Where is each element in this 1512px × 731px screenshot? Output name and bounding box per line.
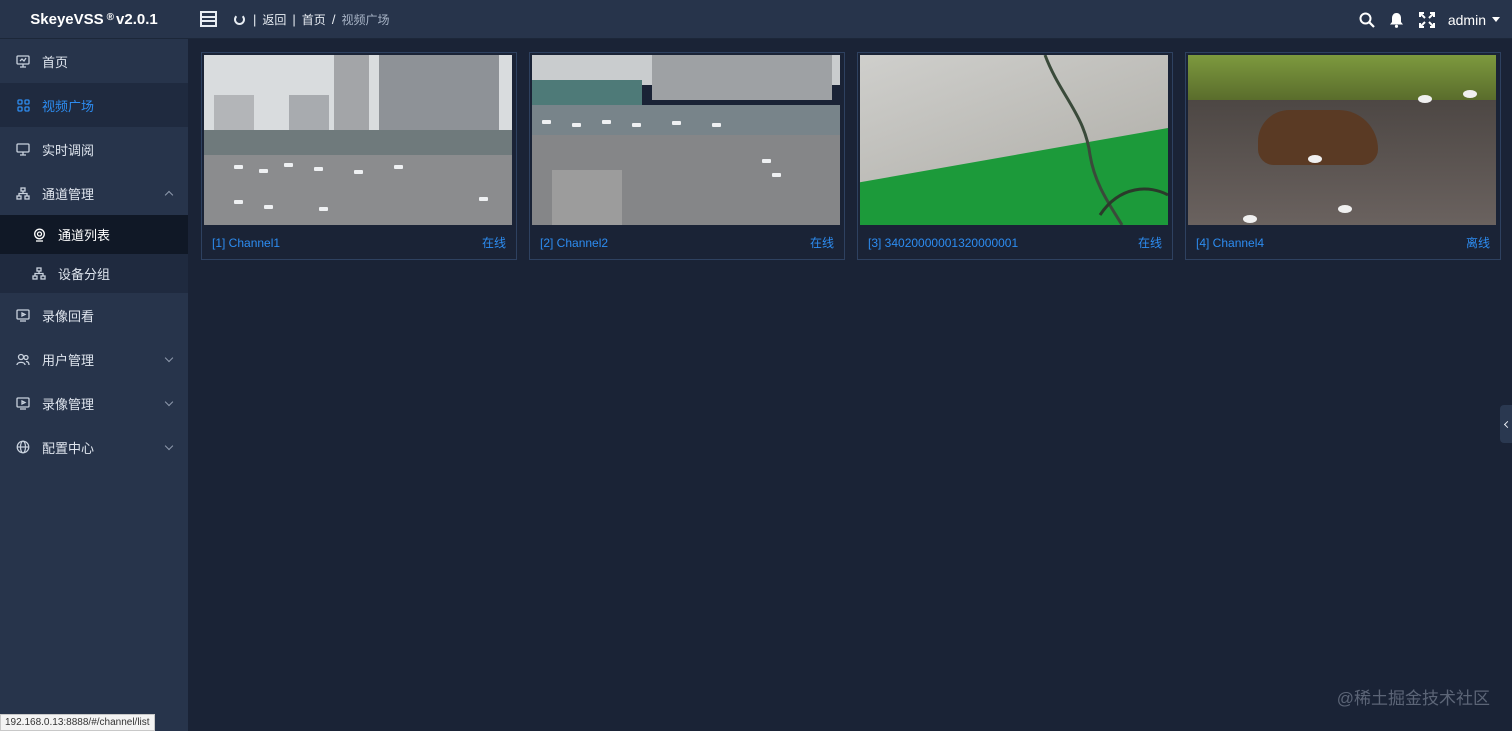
registered-mark: ® (106, 12, 115, 23)
username[interactable]: admin (1448, 12, 1486, 28)
channel-card[interactable]: [1] Channel1 在线 (201, 52, 517, 260)
channel-status: 在线 (481, 236, 506, 250)
breadcrumb-home[interactable]: 首页 (302, 11, 326, 28)
video-square-content: [1] Channel1 在线 [2] Channel2 在线 [3] 3402… (188, 39, 1512, 731)
fullscreen-icon[interactable] (1412, 0, 1442, 39)
grid-icon (16, 98, 30, 112)
refresh-icon[interactable] (234, 14, 245, 25)
app-brand[interactable]: SkeyeVSS ® v2.0.1 (0, 0, 188, 39)
sidebar-item-label: 视频广场 (42, 98, 95, 114)
channel-3-video-thumbnail[interactable] (860, 55, 1168, 225)
globe-icon (16, 440, 30, 454)
channel-1-video-thumbnail[interactable] (204, 55, 512, 225)
sidebar-item-channel-management[interactable]: 通道管理 (0, 171, 188, 215)
screen-icon (16, 142, 30, 156)
channel-name[interactable]: [1] Channel1 (212, 235, 280, 252)
sidebar-item-user-management[interactable]: 用户管理 (0, 337, 188, 381)
breadcrumb-current: 视频广场 (341, 13, 390, 27)
chevron-down-icon (164, 353, 174, 363)
sidebar-item-config-center[interactable]: 配置中心 (0, 425, 188, 469)
browser-status-url: 192.168.0.13:8888/#/channel/list (0, 714, 155, 731)
app-name: SkeyeVSS (30, 11, 104, 28)
sidebar-item-playback[interactable]: 录像回看 (0, 293, 188, 337)
sidebar-item-label: 设备分组 (58, 267, 111, 282)
back-button[interactable]: 返回 (262, 11, 286, 28)
panel-collapse-toggle[interactable] (1500, 405, 1512, 443)
chevron-down-icon (164, 441, 174, 451)
sidebar-item-video-square[interactable]: 视频广场 (0, 83, 188, 127)
channel-4-video-thumbnail[interactable] (1188, 55, 1496, 225)
sidebar-item-label: 实时调阅 (42, 142, 95, 158)
watermark: @稀土掘金技术社区 (1336, 689, 1490, 708)
top-bar: SkeyeVSS ® v2.0.1 | 返回 | 首页 / 视频广场 admin (0, 0, 1512, 39)
app-version: v2.0.1 (116, 11, 158, 28)
channel-status: 离线 (1465, 236, 1490, 250)
breadcrumb: | 返回 | 首页 / 视频广场 (234, 11, 389, 28)
channel-card[interactable]: [3] 34020000001320000001 在线 (857, 52, 1173, 260)
sidebar-item-device-group[interactable]: 设备分组 (0, 254, 188, 293)
group-icon (32, 267, 46, 281)
channel-status: 在线 (809, 236, 834, 250)
channel-name[interactable]: [4] Channel4 (1196, 235, 1264, 252)
channel-2-video-thumbnail[interactable] (532, 55, 840, 225)
sidebar-item-home[interactable]: 首页 (0, 39, 188, 83)
sidebar-item-label: 配置中心 (42, 440, 95, 456)
sidebar-item-label: 通道列表 (58, 228, 111, 243)
submenu-channel-management: 通道列表 设备分组 (0, 215, 188, 293)
sidebar-item-label: 用户管理 (42, 352, 95, 368)
channel-name[interactable]: [3] 34020000001320000001 (868, 235, 1018, 252)
video-box-icon (16, 396, 30, 410)
sidebar-item-live-view[interactable]: 实时调阅 (0, 127, 188, 171)
chevron-down-icon (164, 397, 174, 407)
sitemap-icon (16, 186, 30, 200)
sidebar-item-recording-management[interactable]: 录像管理 (0, 381, 188, 425)
sidebar-item-label: 录像回看 (42, 308, 95, 324)
play-screen-icon (16, 308, 30, 322)
monitor-icon (16, 54, 30, 68)
search-icon[interactable] (1352, 0, 1382, 39)
chevron-up-icon (164, 190, 174, 200)
bell-icon[interactable] (1382, 0, 1412, 39)
sidebar-item-label: 录像管理 (42, 396, 95, 412)
channel-card[interactable]: [2] Channel2 在线 (529, 52, 845, 260)
sidebar-item-channel-list[interactable]: 通道列表 (0, 215, 188, 254)
breadcrumb-separator: / (331, 12, 336, 27)
channel-status: 在线 (1137, 236, 1162, 250)
channel-name[interactable]: [2] Channel2 (540, 235, 608, 252)
users-icon (16, 352, 30, 366)
menu-toggle-icon[interactable] (200, 11, 217, 27)
channel-card[interactable]: [4] Channel4 离线 (1185, 52, 1501, 260)
camera-icon (32, 228, 46, 242)
sidebar: 首页 视频广场 实时调阅 通道管理 通道列表 设备分组 录像回看 用户管理 录像… (0, 39, 188, 731)
sidebar-item-label: 首页 (42, 54, 69, 70)
chevron-left-icon (1503, 420, 1511, 428)
sidebar-item-label: 通道管理 (42, 186, 95, 202)
user-dropdown-caret-icon[interactable] (1492, 17, 1500, 22)
